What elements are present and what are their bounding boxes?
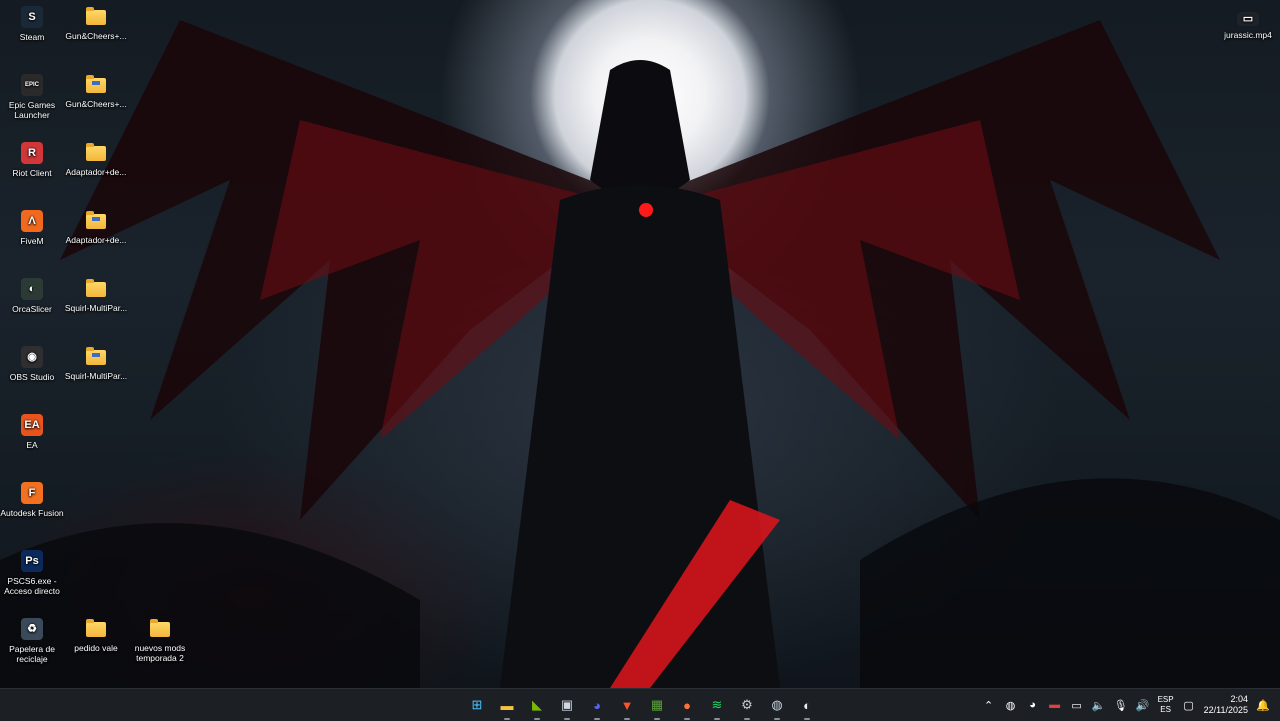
desktop-icon-label: Squirl-MultiPar...	[64, 371, 128, 381]
discord-tray-icon[interactable]: ◕	[1026, 698, 1040, 712]
folder-icon	[86, 619, 106, 637]
settings-gear-icon[interactable]: ⚙	[735, 693, 759, 720]
speaker-icon[interactable]: 🔊	[1136, 698, 1150, 712]
wallpaper	[0, 20, 1280, 688]
desktop-icon-label: OBS Studio	[9, 372, 55, 382]
chevron-up-icon[interactable]: ⌃	[982, 698, 996, 712]
desktop-icon-item[interactable]: Adaptador+de...	[64, 210, 128, 245]
file-explorer-icon[interactable]: ▬	[495, 693, 519, 720]
desktop-icon-label: Adaptador+de...	[65, 235, 127, 245]
recycle-bin-icon: ♻	[21, 618, 43, 640]
desktop-icon-item[interactable]: R Riot Client	[0, 142, 64, 178]
steam-icon: S	[21, 6, 43, 28]
desktop-icon-label: Gun&Cheers+...	[65, 99, 127, 109]
language-indicator[interactable]: ESP ES	[1158, 695, 1174, 715]
desktop-icon-item[interactable]: ◐ OrcaSlicer	[0, 278, 64, 314]
minecraft-icon[interactable]: ▦	[645, 693, 669, 720]
desktop-icon-label: Squirl-MultiPar...	[64, 303, 128, 313]
keyboard-layout: ES	[1160, 705, 1171, 714]
desktop-icon-label: FiveM	[20, 236, 44, 246]
microphone-icon[interactable]: 🎙	[1114, 698, 1128, 712]
photoshop-icon: Ps	[21, 550, 43, 572]
start-button[interactable]: ⊞	[465, 693, 489, 717]
desktop-icon-item[interactable]: Squirl-MultiPar...	[64, 346, 128, 381]
zip-folder-icon	[86, 75, 106, 93]
fivem-icon: Λ	[21, 210, 43, 232]
taskbar-pinned-apps: ⊞ ▬ ◣ ▣ ◕ ▼ ▦ ● ≋ ⚙ ◍ ◐	[465, 689, 819, 721]
desktop-icon-item[interactable]: Ps PSCS6.exe - Acceso directo	[0, 550, 64, 596]
desktop-icon-jurassic-mp4[interactable]: ▭ jurassic.mp4	[1216, 12, 1280, 40]
desktop-icon-item[interactable]: pedido vale	[64, 618, 128, 653]
display-icon[interactable]: ▢	[1182, 698, 1196, 712]
network-icon[interactable]: ▭	[1070, 698, 1084, 712]
desktop-icon-label: jurassic.mp4	[1224, 30, 1272, 40]
microsoft-store-icon[interactable]: ▣	[555, 693, 579, 720]
taskbar: ⊞ ▬ ◣ ▣ ◕ ▼ ▦ ● ≋ ⚙ ◍ ◐ ⌃ ◍ ◕ ▬ ▭ 🔈 🎙 🔊 ESP ES ▢ 2:…	[0, 688, 1280, 721]
orcaslicer-icon: ◐	[21, 278, 43, 300]
desktop-icon-item[interactable]: EA EA	[0, 414, 64, 450]
desktop-icon-item[interactable]: Adaptador+de...	[64, 142, 128, 177]
obs-studio-icon: ◉	[21, 346, 43, 368]
desktop-icon-label: Steam	[19, 32, 45, 42]
desktop-icon-label: Riot Client	[12, 168, 52, 178]
folder-icon	[86, 279, 106, 297]
desktop-icon-label: Papelera de reciclaje	[9, 644, 55, 664]
desktop-icon-label: Adaptador+de...	[65, 167, 127, 177]
clock-time: 2:04	[1230, 694, 1248, 704]
brave-icon[interactable]: ▼	[615, 693, 639, 720]
system-tray: ⌃ ◍ ◕ ▬ ▭ 🔈 🎙 🔊 ESP ES ▢ 2:04 22/11/2025…	[982, 689, 1270, 721]
nvidia-icon[interactable]: ◣	[525, 693, 549, 720]
desktop-icon-item[interactable]: EPIC Epic Games Launcher	[0, 74, 64, 120]
desktop-icon-label: OrcaSlicer	[12, 304, 52, 314]
desktop-icon-item[interactable]: ♻ Papelera de reciclaje	[0, 618, 64, 664]
zip-folder-icon	[86, 211, 106, 229]
desktop-icon-label: pedido vale	[74, 643, 118, 653]
folder-icon	[86, 7, 106, 25]
folder-icon	[86, 143, 106, 161]
desktop-icon-label: EA	[26, 440, 38, 450]
ea-icon: EA	[21, 414, 43, 436]
desktop-icon-label: Gun&Cheers+...	[65, 31, 127, 41]
autodesk-fusion-icon: F	[21, 482, 43, 504]
volume-icon[interactable]: 🔈	[1092, 698, 1106, 712]
desktop-icon-item[interactable]: Squirl-MultiPar...	[64, 278, 128, 313]
folder-icon	[150, 619, 170, 637]
clock[interactable]: 2:04 22/11/2025	[1204, 694, 1248, 716]
spotify-icon[interactable]: ≋	[705, 693, 729, 720]
desktop-icon-item[interactable]: Λ FiveM	[0, 210, 64, 246]
desktop-icon-label: PSCS6.exe - Acceso directo	[4, 576, 60, 596]
desktop[interactable]: S Steam EPIC Epic Games Launcher R Riot Clien…	[0, 0, 1280, 688]
notification-bell-icon[interactable]: 🔔	[1256, 698, 1270, 712]
desktop-icon-item[interactable]: nuevos mods temporada 2	[128, 618, 192, 663]
desktop-icon-item[interactable]: Gun&Cheers+...	[64, 74, 128, 109]
desktop-icon-item[interactable]: S Steam	[0, 6, 64, 42]
orcaslicer-taskbar-icon[interactable]: ◐	[795, 693, 819, 720]
video-file-icon: ▭	[1237, 12, 1259, 26]
steam-taskbar-icon[interactable]: ◍	[765, 693, 789, 720]
recording-tray-icon[interactable]: ▬	[1048, 698, 1062, 712]
epic-games-icon: EPIC	[21, 74, 43, 96]
language-code: ESP	[1157, 695, 1174, 704]
firefox-icon[interactable]: ●	[675, 693, 699, 720]
zip-folder-icon	[86, 347, 106, 365]
desktop-icon-label: Epic Games Launcher	[8, 100, 56, 120]
desktop-icon-item[interactable]: ◉ OBS Studio	[0, 346, 64, 382]
desktop-icon-label: Autodesk Fusion	[0, 508, 64, 518]
desktop-icon-label: nuevos mods temporada 2	[134, 643, 186, 663]
desktop-icon-item[interactable]: F Autodesk Fusion	[0, 482, 64, 518]
steam-tray-icon[interactable]: ◍	[1004, 698, 1018, 712]
riot-client-icon: R	[21, 142, 43, 164]
discord-icon[interactable]: ◕	[585, 693, 609, 720]
clock-date: 22/11/2025	[1203, 705, 1248, 715]
desktop-icon-item[interactable]: Gun&Cheers+...	[64, 6, 128, 41]
